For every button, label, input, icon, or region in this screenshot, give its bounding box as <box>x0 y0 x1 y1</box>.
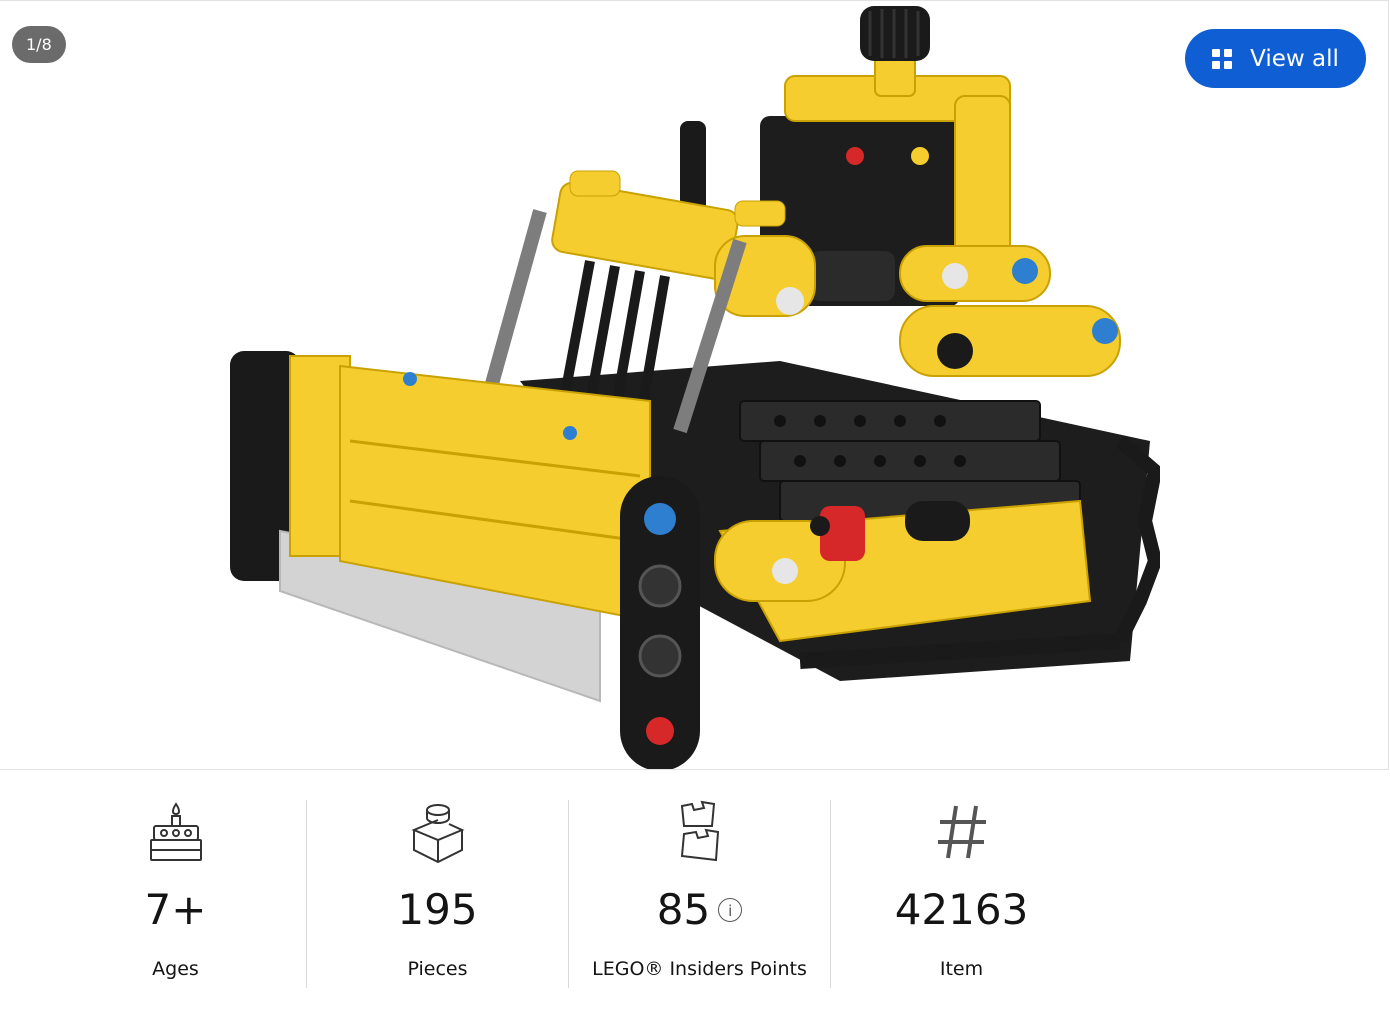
brick-icon <box>410 800 466 864</box>
image-gallery[interactable]: 1/8 View all <box>0 0 1389 770</box>
spec-value: 42163 <box>894 885 1029 934</box>
grid-icon <box>1212 48 1233 69</box>
product-image[interactable] <box>220 1 1160 770</box>
spec-ages: 7+ Ages <box>45 800 306 988</box>
spec-label: Ages <box>152 958 199 980</box>
spec-value: 85 i <box>656 882 743 938</box>
cab-assembly <box>680 6 1121 377</box>
spec-item: 42163 Item <box>830 800 1092 988</box>
spec-pieces: 195 Pieces <box>306 800 568 988</box>
image-counter: 1/8 <box>12 26 66 63</box>
spec-value-text: 85 <box>656 885 711 934</box>
spec-value: 7+ <box>144 885 207 934</box>
view-all-button[interactable]: View all <box>1185 29 1366 88</box>
view-all-label: View all <box>1250 45 1339 72</box>
spec-insiders-points: 85 i LEGO® Insiders Points <box>568 800 830 988</box>
product-specs: 7+ Ages 195 Pieces 85 i LEGO® Insiders P… <box>45 800 1092 988</box>
birthday-cake-icon <box>148 800 204 864</box>
spec-label: LEGO® Insiders Points <box>592 958 807 980</box>
spec-label: Pieces <box>407 958 468 980</box>
spec-value: 195 <box>397 885 478 934</box>
bulldozer-blade <box>230 351 700 769</box>
spec-label: Item <box>939 958 984 980</box>
insiders-points-icon <box>672 800 728 864</box>
hash-icon <box>934 800 990 864</box>
info-icon[interactable]: i <box>718 898 743 922</box>
